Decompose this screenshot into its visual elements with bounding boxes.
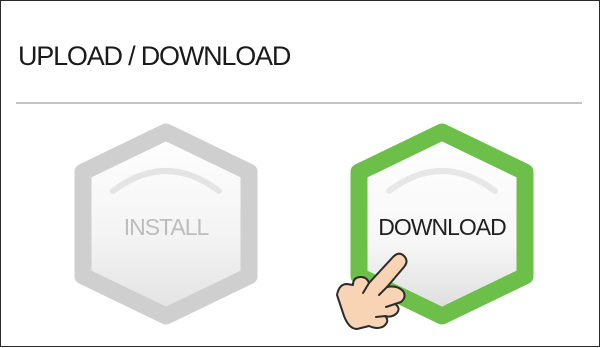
install-button-label: INSTALL — [123, 214, 210, 240]
download-button-label: DOWNLOAD — [378, 214, 506, 240]
upload-download-panel: UPLOAD / DOWNLOAD INSTALL DOWNLOAD — [0, 0, 600, 347]
button-stage — [74, 123, 534, 330]
